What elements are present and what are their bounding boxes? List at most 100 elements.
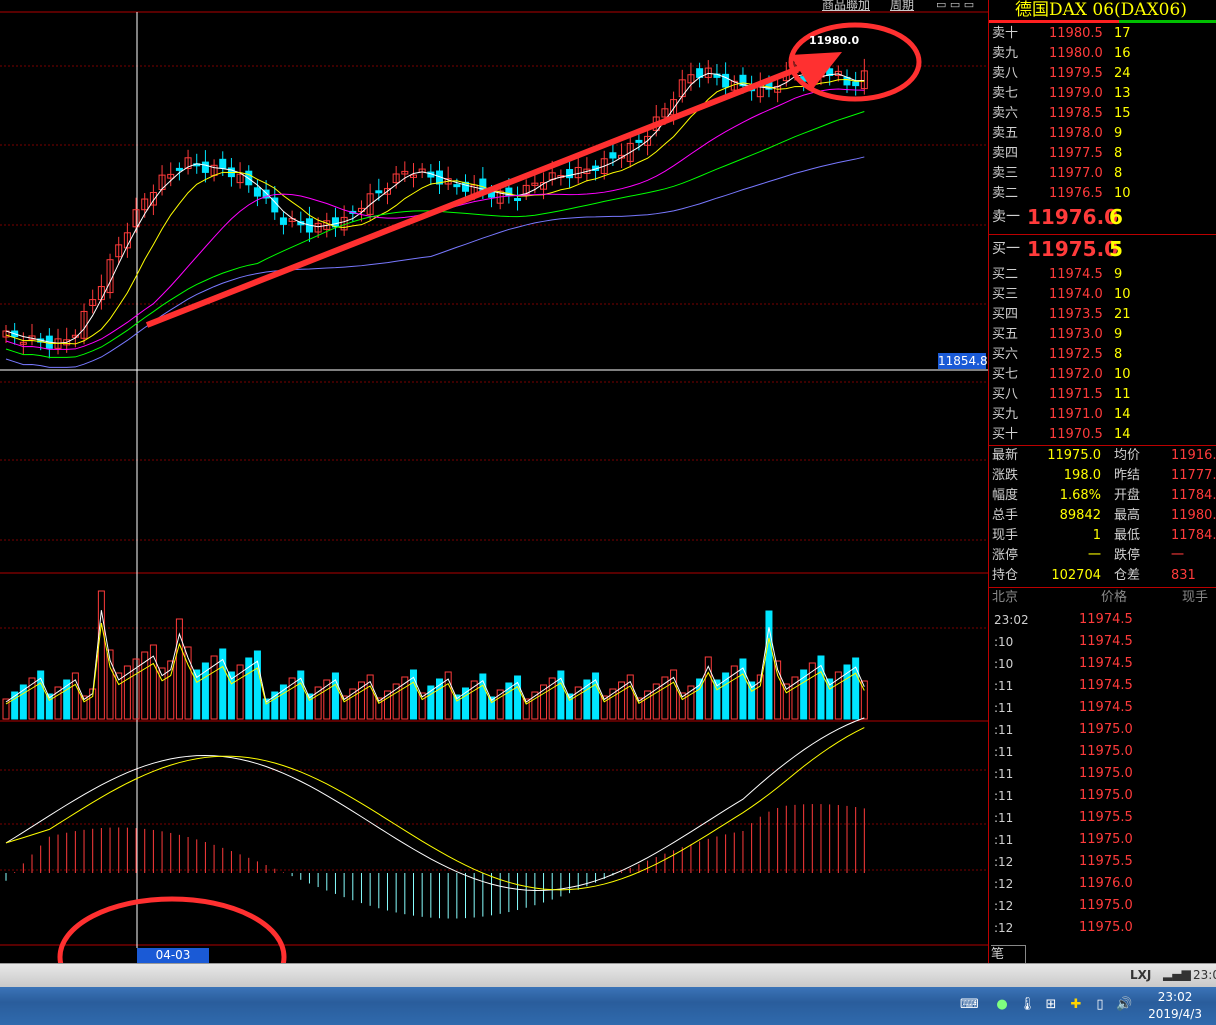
bid-level-label: 买四 [992, 307, 1019, 322]
ask-level-1: 卖一 11976.0 6 [989, 207, 1216, 227]
tick-row: :12 11976.0 [989, 874, 1216, 894]
tick-row-time: :12 [994, 921, 1014, 935]
kline-chart-area[interactable]: 商品聯加 周期 ▭ ▭ ▭ 11980.0 11854.8 04-03 15:3… [0, 0, 988, 977]
tick-row: :11 11975.0 [989, 742, 1216, 762]
kline-chart-svg[interactable] [0, 0, 988, 963]
tick-row-price: 11975.0 [1079, 722, 1133, 737]
volume-ma-2 [5, 622, 865, 705]
ask-level-qty: 17 [1114, 26, 1131, 41]
ask-level-qty: 8 [1114, 166, 1123, 181]
ask-level-price: 11976.5 [1049, 186, 1103, 201]
security-icon[interactable]: ✚ [1068, 997, 1084, 1013]
tick-row-time: :11 [994, 767, 1014, 781]
ma-line-slowest [5, 156, 865, 368]
stat-row-label-left: 总手 [992, 508, 1019, 523]
candle-body [852, 81, 860, 87]
divider [989, 234, 1216, 235]
stat-row: 现手 1 最低 11784.0 [989, 526, 1216, 546]
stat-row: 幅度 1.68% 开盘 11784.0 [989, 486, 1216, 506]
window-buttons[interactable]: ▭ ▭ ▭ [936, 0, 974, 11]
tick-row-time: :10 [994, 657, 1014, 671]
stat-row-value-right: 11784.0 [1171, 528, 1216, 543]
ask-level-price: 11978.5 [1049, 106, 1103, 121]
network-icon[interactable]: ⊞ [1043, 997, 1059, 1013]
macd-dea-line [5, 727, 865, 891]
device-icon[interactable]: ▯ [1092, 997, 1108, 1013]
stat-row-value-left: 102704 [1051, 568, 1101, 583]
bid-level-1-label: 买一 [992, 241, 1020, 257]
tick-row: :11 11975.0 [989, 720, 1216, 740]
tick-row-price: 11975.0 [1079, 788, 1133, 803]
bid-level-qty: 9 [1114, 327, 1123, 342]
stat-row: 最新 11975.0 均价 11916.9 [989, 446, 1216, 466]
bid-level-qty: 14 [1114, 427, 1131, 442]
bid-level-price: 11970.5 [1049, 427, 1103, 442]
tick-row: :11 11975.0 [989, 764, 1216, 784]
ask-level-label: 卖十 [992, 26, 1019, 41]
bid-level-price: 11972.0 [1049, 367, 1103, 382]
stat-row-label-left: 现手 [992, 528, 1019, 543]
bid-level-price: 11973.0 [1049, 327, 1103, 342]
system-clock[interactable]: 23:02 2019/4/3 [1148, 989, 1202, 1023]
bid-level-1-price: 11975.0 [1027, 237, 1119, 261]
candle-body [201, 161, 209, 173]
ask-level-qty: 13 [1114, 86, 1131, 101]
stat-row-label-right: 均价 [1114, 448, 1141, 463]
stat-row-label-left: 涨停 [992, 548, 1019, 563]
ask-level: 卖二 11976.5 10 [989, 184, 1216, 204]
tick-row-time: :12 [994, 877, 1014, 891]
instrument-title: 德国DAX 06(DAX06) [1015, 0, 1187, 20]
volume-icon[interactable]: 🔊 [1116, 997, 1132, 1013]
stat-row: 涨停一跌停一 [989, 546, 1216, 566]
top-link-commodity[interactable]: 商品聯加 [822, 0, 870, 13]
annotation-arrow-line [145, 65, 802, 328]
ma-line-fast [5, 72, 865, 344]
bid-level-label: 买九 [992, 407, 1019, 422]
tab-ticks[interactable]: 笔 [991, 945, 1026, 963]
thermometer-icon[interactable]: 🌡 [1019, 997, 1036, 1013]
ask-level: 卖三 11977.0 8 [989, 164, 1216, 184]
signal-icon: ▂▄▆ [1163, 967, 1191, 981]
tick-header: 北京 价格 现手 [989, 588, 1216, 608]
stat-row-label-right: 仓差 [1114, 568, 1141, 583]
ask-level-1-label: 卖一 [992, 209, 1020, 225]
stat-row-label-left: 涨跌 [992, 468, 1019, 483]
tick-row-time: :11 [994, 723, 1014, 737]
tick-row-time: 23:02 [994, 613, 1029, 627]
stat-row-label-left: 持仓 [992, 568, 1019, 583]
ask-level-price: 11980.5 [1049, 26, 1103, 41]
clock-date: 2019/4/3 [1148, 1007, 1202, 1021]
bid-level-price: 11972.5 [1049, 347, 1103, 362]
stat-row-label-right: 昨结 [1114, 468, 1141, 483]
tick-row: :11 11975.5 [989, 808, 1216, 828]
bid-level: 买七 11972.0 10 [989, 365, 1216, 385]
stat-row-value-right: 11784.0 [1171, 488, 1216, 503]
ask-level: 卖九 11980.0 16 [989, 44, 1216, 64]
tick-row-price: 11975.5 [1079, 810, 1133, 825]
cursor-time-label: 04-03 15:30 [137, 948, 209, 977]
stat-row-label-right: 开盘 [1114, 488, 1141, 503]
bid-ask-ratio-bar-red [989, 20, 1119, 23]
bid-level-price: 11971.0 [1049, 407, 1103, 422]
clock-time: 23:02 [1157, 990, 1193, 1004]
keyboard-icon[interactable]: ⌨ [960, 997, 979, 1013]
bid-level-qty: 10 [1114, 287, 1131, 302]
top-link-period[interactable]: 周期 [890, 0, 914, 13]
candle-body [635, 139, 643, 143]
ask-level-label: 卖二 [992, 186, 1019, 201]
stat-row: 涨跌 198.0 昨结 11777.0 [989, 466, 1216, 486]
stat-row-value-right: 831 [1171, 568, 1196, 583]
ask-level-price: 11979.5 [1049, 66, 1103, 81]
bid-level-price: 11973.5 [1049, 307, 1103, 322]
tick-row-price: 11974.5 [1079, 656, 1133, 671]
quote-panel: 德国DAX 06(DAX06) 卖十 11980.5 17 卖九 11980.0 16 卖八… [988, 0, 1216, 963]
app-status-bar: LXJ ▂▄▆ 23:0 [0, 963, 1216, 988]
ask-level-qty: 16 [1114, 46, 1131, 61]
ask-level: 卖八 11979.5 24 [989, 64, 1216, 84]
tick-row-price: 11975.5 [1079, 854, 1133, 869]
tick-row: 23:02 11974.5 [989, 610, 1216, 630]
wechat-icon[interactable]: ● [994, 997, 1010, 1013]
stat-row-label-right: 跌停 [1114, 548, 1141, 563]
tick-row-time: :11 [994, 833, 1014, 847]
stat-row: 总手 89842 最高 11980.0 [989, 506, 1216, 526]
